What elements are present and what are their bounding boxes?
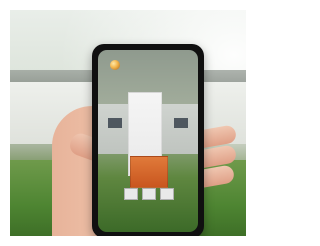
- window: [108, 118, 122, 128]
- phone-screen: [98, 50, 198, 232]
- ar-slot: [124, 188, 138, 200]
- window: [174, 118, 188, 128]
- ar-slot: [142, 188, 156, 200]
- scene: [10, 10, 246, 236]
- ar-garage-panel: [130, 156, 168, 188]
- ar-slot: [160, 188, 174, 200]
- camera-icon: [110, 60, 120, 70]
- phone: [92, 44, 204, 236]
